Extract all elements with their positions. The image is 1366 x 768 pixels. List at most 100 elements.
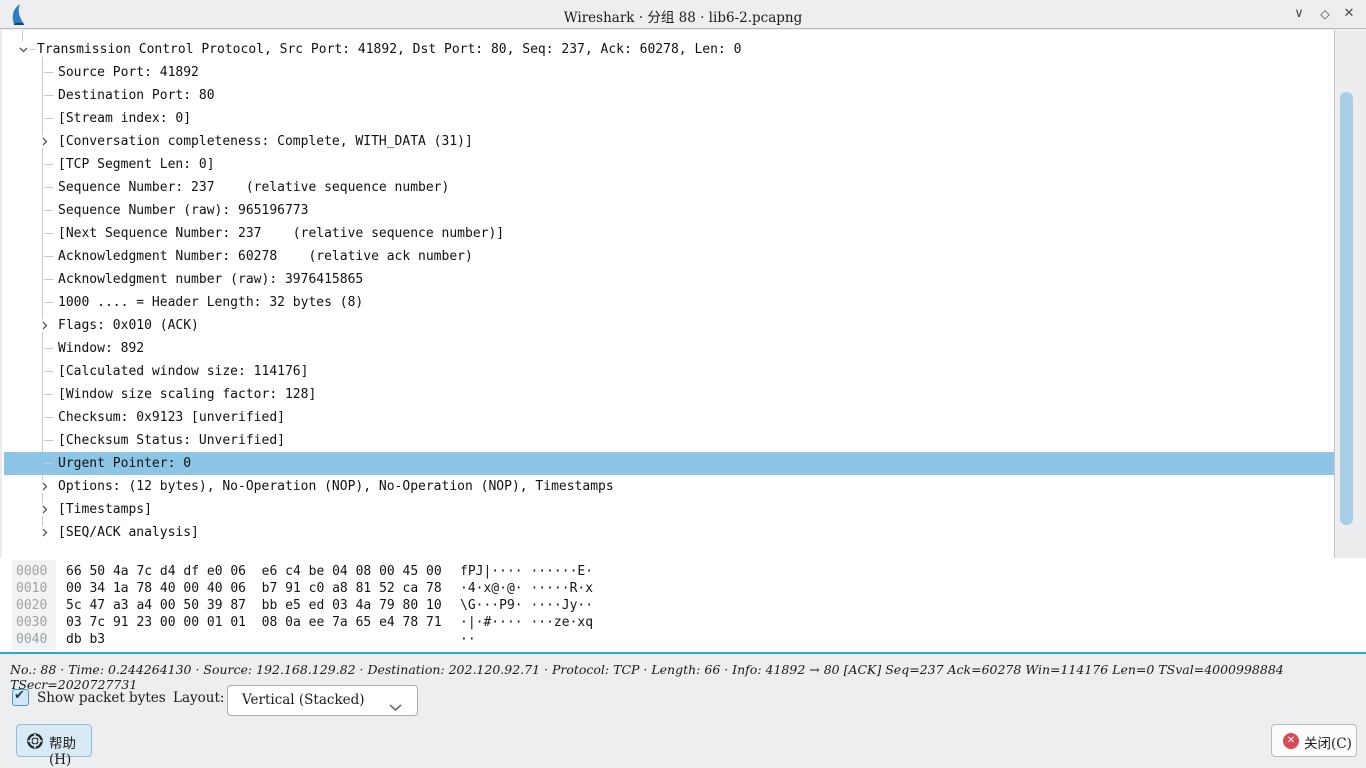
vertical-scrollbar[interactable]: [1334, 30, 1366, 558]
tree-item-label: [Calculated window size: 114176]: [58, 364, 308, 379]
hex-row[interactable]: 0000 66 50 4a 7c d4 df e0 06 e6 c4 be 04…: [0, 564, 1366, 581]
layout-select[interactable]: Vertical (Stacked): [227, 685, 418, 716]
checkmark-icon: ✔: [14, 688, 25, 703]
maximize-icon[interactable]: ◇: [1316, 5, 1334, 23]
hex-bytes[interactable]: 66 50 4a 7c d4 df e0 06 e6 c4 be 04 08 0…: [66, 564, 442, 579]
tree-row-selected[interactable]: Urgent Pointer: 0: [4, 452, 1334, 475]
tree-branch-line: [44, 302, 53, 303]
hex-ascii[interactable]: \G···P9· ····Jy··: [460, 598, 593, 613]
tree-branch-line: [44, 348, 53, 349]
tree-branch-line: [44, 187, 53, 188]
tree-item-label: [Next Sequence Number: 237 (relative seq…: [58, 226, 504, 241]
tree-branch-line: [44, 371, 53, 372]
hex-bytes[interactable]: 03 7c 91 23 00 00 01 01 08 0a ee 7a 65 e…: [66, 615, 442, 630]
chevron-right-icon[interactable]: [38, 319, 51, 332]
hex-offset: 0000: [16, 564, 47, 579]
tree-branch-line: [44, 72, 53, 73]
layout-label: Layout:: [173, 690, 224, 706]
tree-branch-line: [44, 279, 53, 280]
tree-row[interactable]: Acknowledgment Number: 60278 (relative a…: [4, 245, 1334, 268]
chevron-down-icon[interactable]: [17, 43, 30, 56]
tree-branch-line: [44, 233, 53, 234]
tree-branch-line: [44, 394, 53, 395]
tree-row[interactable]: [Timestamps]: [4, 498, 1334, 521]
tree-item-label: 1000 .... = Header Length: 32 bytes (8): [58, 295, 363, 310]
hex-ascii[interactable]: fPJ|···· ······E·: [460, 564, 593, 579]
tree-item-label: [Timestamps]: [58, 502, 152, 517]
tree-row[interactable]: [Window size scaling factor: 128]: [4, 383, 1334, 406]
tree-item-label: Source Port: 41892: [58, 65, 199, 80]
tree-row[interactable]: Window: 892: [4, 337, 1334, 360]
hex-row[interactable]: 0020 5c 47 a3 a4 00 50 39 87 bb e5 ed 03…: [0, 598, 1366, 615]
chevron-right-icon[interactable]: [38, 135, 51, 148]
tree-item-label: Flags: 0x010 (ACK): [58, 318, 199, 333]
dialog-footer: No.: 88 · Time: 0.244264130 · Source: 19…: [0, 654, 1366, 768]
tree-item-label: Options: (12 bytes), No-Operation (NOP),…: [58, 479, 614, 494]
tree-item-label: Destination Port: 80: [58, 88, 215, 103]
tree-item-label: Checksum: 0x9123 [unverified]: [58, 410, 285, 425]
tree-branch-line: [44, 463, 53, 464]
chevron-right-icon[interactable]: [38, 480, 51, 493]
close-button-label: 关闭(C): [1304, 732, 1352, 752]
tree-row[interactable]: [Calculated window size: 114176]: [4, 360, 1334, 383]
chevron-right-icon[interactable]: [38, 503, 51, 516]
close-window-icon[interactable]: ✕: [1340, 5, 1358, 23]
hex-ascii[interactable]: ··: [460, 632, 476, 647]
tree-branch-line: [44, 210, 53, 211]
minimize-icon[interactable]: ∨: [1290, 5, 1308, 23]
close-button[interactable]: ✕ 关闭(C): [1271, 724, 1357, 757]
tree-row-tcp-root[interactable]: Transmission Control Protocol, Src Port:…: [4, 38, 1334, 61]
tree-row[interactable]: Options: (12 bytes), No-Operation (NOP),…: [4, 475, 1334, 498]
tree-row[interactable]: [Stream index: 0]: [4, 107, 1334, 130]
help-button[interactable]: 帮助(H): [16, 724, 92, 757]
packet-bytes-pane[interactable]: 0000 66 50 4a 7c d4 df e0 06 e6 c4 be 04…: [0, 558, 1366, 652]
tree-row[interactable]: Sequence Number (raw): 965196773: [4, 199, 1334, 222]
hex-ascii[interactable]: ·4·x@·@· ·····R·x: [460, 581, 593, 596]
hex-offset: 0040: [16, 632, 47, 647]
tree-row[interactable]: [Conversation completeness: Complete, WI…: [4, 130, 1334, 153]
tree-row[interactable]: [Next Sequence Number: 237 (relative seq…: [4, 222, 1334, 245]
scrollbar-thumb[interactable]: [1340, 92, 1353, 525]
show-packet-bytes-checkbox[interactable]: ✔: [12, 689, 29, 706]
tree-item-label: Transmission Control Protocol, Src Port:…: [37, 42, 741, 57]
show-packet-bytes-label[interactable]: Show packet bytes: [37, 690, 166, 706]
tree-row[interactable]: [SEQ/ACK analysis]: [4, 521, 1334, 544]
hex-bytes[interactable]: 00 34 1a 78 40 00 40 06 b7 91 c0 a8 81 5…: [66, 581, 442, 596]
tree-row[interactable]: Source Port: 41892: [4, 61, 1334, 84]
packet-detail-dialog: Wireshark · 分组 88 · lib6-2.pcapng ∨ ◇ ✕ …: [0, 0, 1366, 768]
tree-item-label: [Window size scaling factor: 128]: [58, 387, 316, 402]
hex-ascii[interactable]: ·|·#···· ···ze·xq: [460, 615, 593, 630]
tree-item-label: Acknowledgment number (raw): 3976415865: [58, 272, 363, 287]
tree-row[interactable]: Flags: 0x010 (ACK): [4, 314, 1334, 337]
tree-row[interactable]: Destination Port: 80: [4, 84, 1334, 107]
tree-branch-line: [44, 256, 53, 257]
hex-row[interactable]: 0030 03 7c 91 23 00 00 01 01 08 0a ee 7a…: [0, 615, 1366, 632]
tree-row[interactable]: Sequence Number: 237 (relative sequence …: [4, 176, 1334, 199]
tree-row[interactable]: [TCP Segment Len: 0]: [4, 153, 1334, 176]
tree-item-label: [Checksum Status: Unverified]: [58, 433, 285, 448]
hex-row[interactable]: 0040 db b3 ··: [0, 632, 1366, 649]
tree-item-label: Window: 892: [58, 341, 144, 356]
hex-bytes[interactable]: 5c 47 a3 a4 00 50 39 87 bb e5 ed 03 4a 7…: [66, 598, 442, 613]
tree-branch-line: [44, 440, 53, 441]
hex-offset: 0030: [16, 615, 47, 630]
tree-branch-line: [44, 95, 53, 96]
tree-row[interactable]: 1000 .... = Header Length: 32 bytes (8): [4, 291, 1334, 314]
help-button-label: 帮助(H): [49, 732, 91, 768]
tree-item-label: Sequence Number: 237 (relative sequence …: [58, 180, 449, 195]
tree-item-label: [Conversation completeness: Complete, WI…: [58, 134, 473, 149]
tree-row[interactable]: Checksum: 0x9123 [unverified]: [4, 406, 1334, 429]
hex-offset: 0010: [16, 581, 47, 596]
footer-controls: ✔ Show packet bytes Layout: Vertical (St…: [0, 685, 1366, 719]
tree-item-label: Sequence Number (raw): 965196773: [58, 203, 308, 218]
tree-row[interactable]: [Checksum Status: Unverified]: [4, 429, 1334, 452]
tree-item-label: Urgent Pointer: 0: [58, 456, 191, 471]
chevron-right-icon[interactable]: [38, 526, 51, 539]
chevron-down-icon: [388, 697, 403, 716]
tree-branch-line: [44, 417, 53, 418]
tree-row[interactable]: Acknowledgment number (raw): 3976415865: [4, 268, 1334, 291]
hex-row[interactable]: 0010 00 34 1a 78 40 00 40 06 b7 91 c0 a8…: [0, 581, 1366, 598]
hex-bytes[interactable]: db b3: [66, 632, 105, 647]
packet-detail-tree: Transmission Control Protocol, Src Port:…: [0, 30, 1366, 558]
window-title: Wireshark · 分组 88 · lib6-2.pcapng: [0, 6, 1366, 26]
